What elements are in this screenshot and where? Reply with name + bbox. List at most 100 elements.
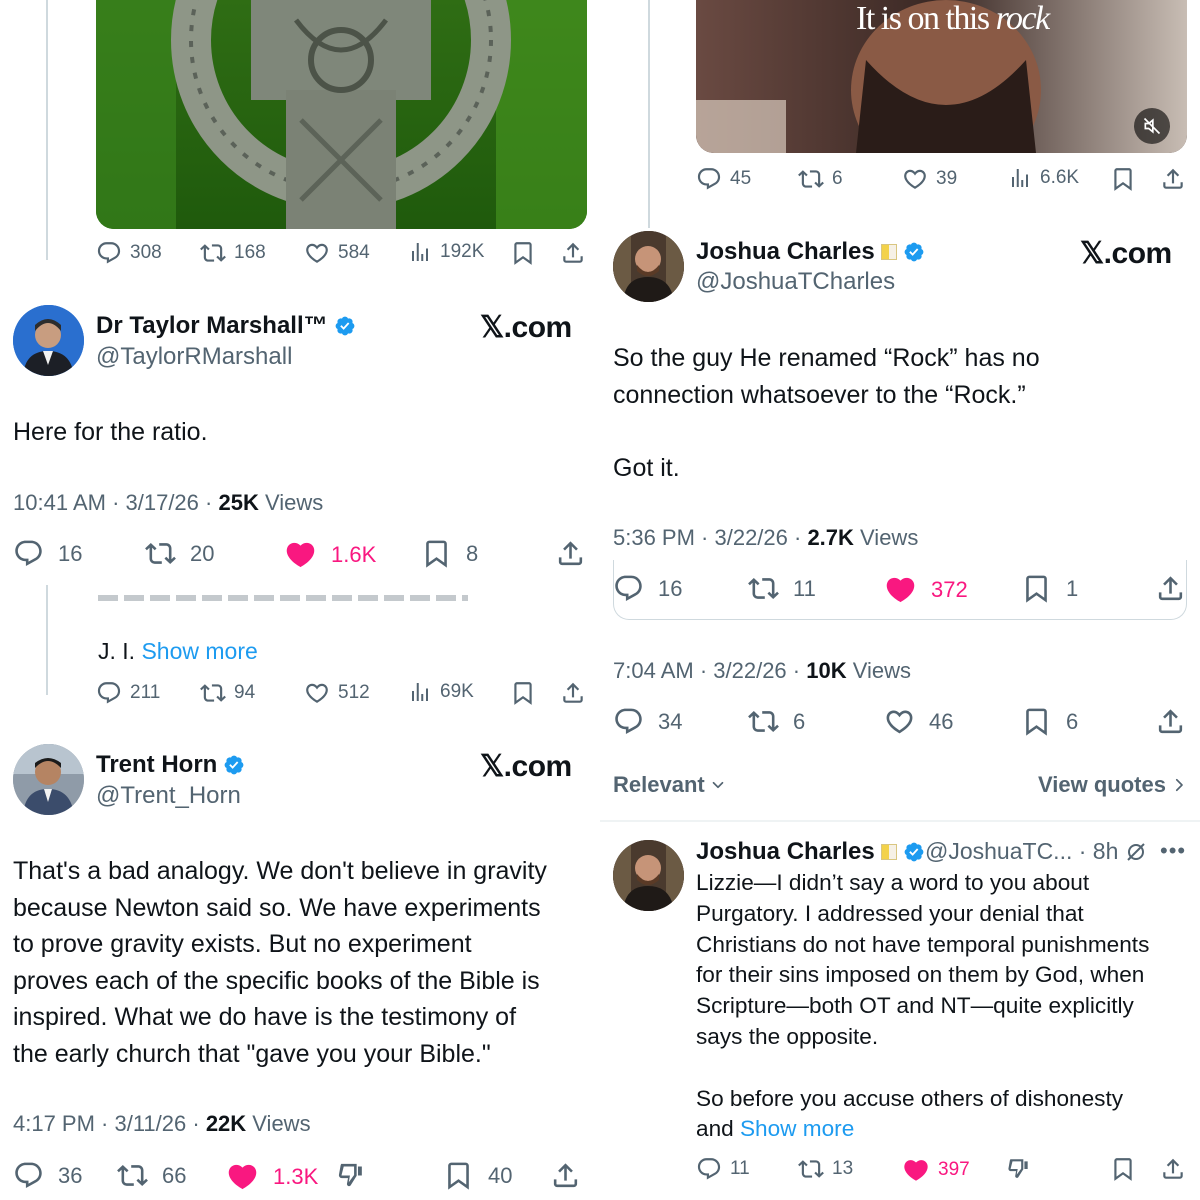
avatar[interactable] [13, 305, 84, 376]
author-name-text: Trent Horn [96, 751, 218, 778]
repost-count: 13 [832, 1158, 854, 1179]
author-handle[interactable]: @Trent_Horn [96, 782, 241, 810]
grok-icon[interactable] [1124, 840, 1148, 869]
thread-line [648, 0, 650, 228]
views-button[interactable]: 69K [408, 680, 474, 704]
reply-button[interactable]: 34 [613, 706, 682, 737]
author-handle-time[interactable]: @JoshuaTC... · 8h [925, 838, 1118, 865]
author-handle[interactable]: @TaylorRMarshall [96, 343, 292, 371]
tweet-timestamp[interactable]: 10:41 AM · 3/17/26 · 25K Views [13, 490, 323, 516]
mute-button[interactable] [1134, 108, 1170, 144]
thread-line [46, 0, 48, 260]
avatar[interactable] [613, 231, 684, 302]
like-button[interactable]: 584 [304, 240, 370, 266]
share-button[interactable] [1160, 166, 1186, 192]
timestamp-text: 4:17 PM · 3/11/26 · [13, 1111, 206, 1136]
repost-count: 6 [832, 168, 843, 189]
show-more-link[interactable]: Show more [141, 638, 257, 664]
repost-button[interactable]: 6 [748, 706, 805, 737]
tweet-video[interactable]: It is on this rock [696, 0, 1187, 153]
share-button[interactable] [560, 680, 586, 706]
repost-button[interactable]: 6 [798, 166, 843, 192]
bookmark-count: 8 [466, 540, 479, 566]
like-button[interactable]: 39 [902, 166, 957, 192]
views-button[interactable]: 6.6K [1008, 166, 1079, 190]
chevron-right-icon [1170, 776, 1188, 794]
like-button[interactable]: 46 [884, 706, 953, 737]
bookmark-button[interactable] [510, 680, 536, 706]
repost-button[interactable]: 13 [798, 1156, 853, 1182]
like-button[interactable]: 397 [902, 1156, 970, 1184]
x-logo-brand: 𝕏.com [480, 750, 572, 783]
bookmark-count: 6 [1066, 708, 1079, 734]
tweet-image-celtic-cross[interactable] [96, 0, 587, 229]
vatican-flag-icon [880, 244, 897, 260]
author-name[interactable]: Trent Horn [96, 751, 245, 779]
share-button[interactable] [550, 1160, 581, 1191]
tweet-timestamp[interactable]: 5:36 PM · 3/22/26 · 2.7K Views [613, 525, 918, 551]
bookmark-button[interactable]: 8 [421, 538, 478, 569]
views-count: 25K [218, 490, 259, 515]
tweet-text: Here for the ratio. [13, 418, 208, 446]
reply-count: 36 [58, 1162, 83, 1188]
avatar[interactable] [613, 840, 684, 911]
like-button[interactable]: 1.3K [226, 1160, 318, 1193]
repost-count: 6 [793, 708, 806, 734]
reply-button[interactable]: 16 [13, 538, 82, 569]
dislike-button[interactable] [1006, 1156, 1032, 1182]
verified-badge-icon [903, 841, 925, 863]
share-button[interactable] [1155, 706, 1186, 737]
views-count: 22K [205, 1111, 247, 1136]
tweet-timestamp[interactable]: 4:17 PM · 3/11/26 · 22K Views [13, 1111, 311, 1137]
views-label: Views [258, 490, 324, 515]
reply-button[interactable]: 11 [696, 1156, 750, 1182]
author-name-text: Joshua Charles [696, 238, 875, 265]
like-button[interactable]: 1.6K [284, 538, 376, 571]
thread-line [46, 585, 48, 695]
avatar[interactable] [13, 744, 84, 815]
reply-button[interactable]: 45 [696, 166, 751, 192]
avatar-portrait-icon [13, 744, 84, 815]
reply-count: 308 [130, 242, 162, 263]
author-name[interactable]: Joshua Charles [696, 238, 925, 266]
share-button[interactable] [555, 538, 586, 569]
bookmark-button[interactable]: 6 [1021, 706, 1078, 737]
sort-label: Relevant [613, 772, 705, 797]
views-count: 192K [440, 241, 485, 262]
repost-button[interactable]: 20 [145, 538, 214, 569]
bookmark-button[interactable] [510, 240, 536, 266]
bookmark-button[interactable] [1110, 166, 1136, 192]
snippet-text-content: J. I. [98, 638, 142, 664]
like-button[interactable]: 512 [304, 680, 370, 706]
repost-button[interactable]: 66 [117, 1160, 186, 1191]
reply-button[interactable]: 211 [96, 680, 160, 706]
dislike-button[interactable] [336, 1160, 367, 1191]
bookmark-button[interactable]: 40 [443, 1160, 512, 1191]
author-name[interactable]: Dr Taylor Marshall™ [96, 312, 356, 340]
views-button[interactable]: 192K [408, 240, 484, 264]
repost-button[interactable]: 94 [200, 680, 255, 706]
reply-button[interactable]: 308 [96, 240, 162, 266]
like-count: 1.3K [273, 1163, 319, 1189]
more-options-icon[interactable]: ••• [1160, 838, 1186, 864]
sort-dropdown[interactable]: Relevant [613, 772, 727, 798]
author-handle[interactable]: @JoshuaTCharles [696, 268, 895, 296]
reply-button[interactable]: 36 [13, 1160, 82, 1191]
reply-count: 11 [730, 1158, 750, 1179]
bookmark-button[interactable] [1110, 1156, 1136, 1182]
share-button[interactable] [1160, 1156, 1186, 1182]
tweet-timestamp[interactable]: 7:04 AM · 3/22/26 · 10K Views [613, 658, 911, 684]
repost-button[interactable]: 168 [200, 240, 266, 266]
author-name[interactable]: Joshua Charles [696, 838, 925, 866]
avatar-portrait-icon [613, 231, 684, 302]
x-logo-brand: 𝕏.com [1080, 237, 1172, 270]
share-button[interactable] [560, 240, 586, 266]
author-name-text: Dr Taylor Marshall™ [96, 312, 328, 339]
like-count: 46 [929, 708, 954, 734]
like-count: 584 [338, 242, 370, 263]
show-more-link[interactable]: Show more [740, 1116, 854, 1141]
views-count: 69K [440, 681, 474, 702]
repost-count: 20 [190, 540, 215, 566]
views-count: 6.6K [1040, 167, 1080, 188]
view-quotes-link[interactable]: View quotes [1038, 772, 1188, 798]
